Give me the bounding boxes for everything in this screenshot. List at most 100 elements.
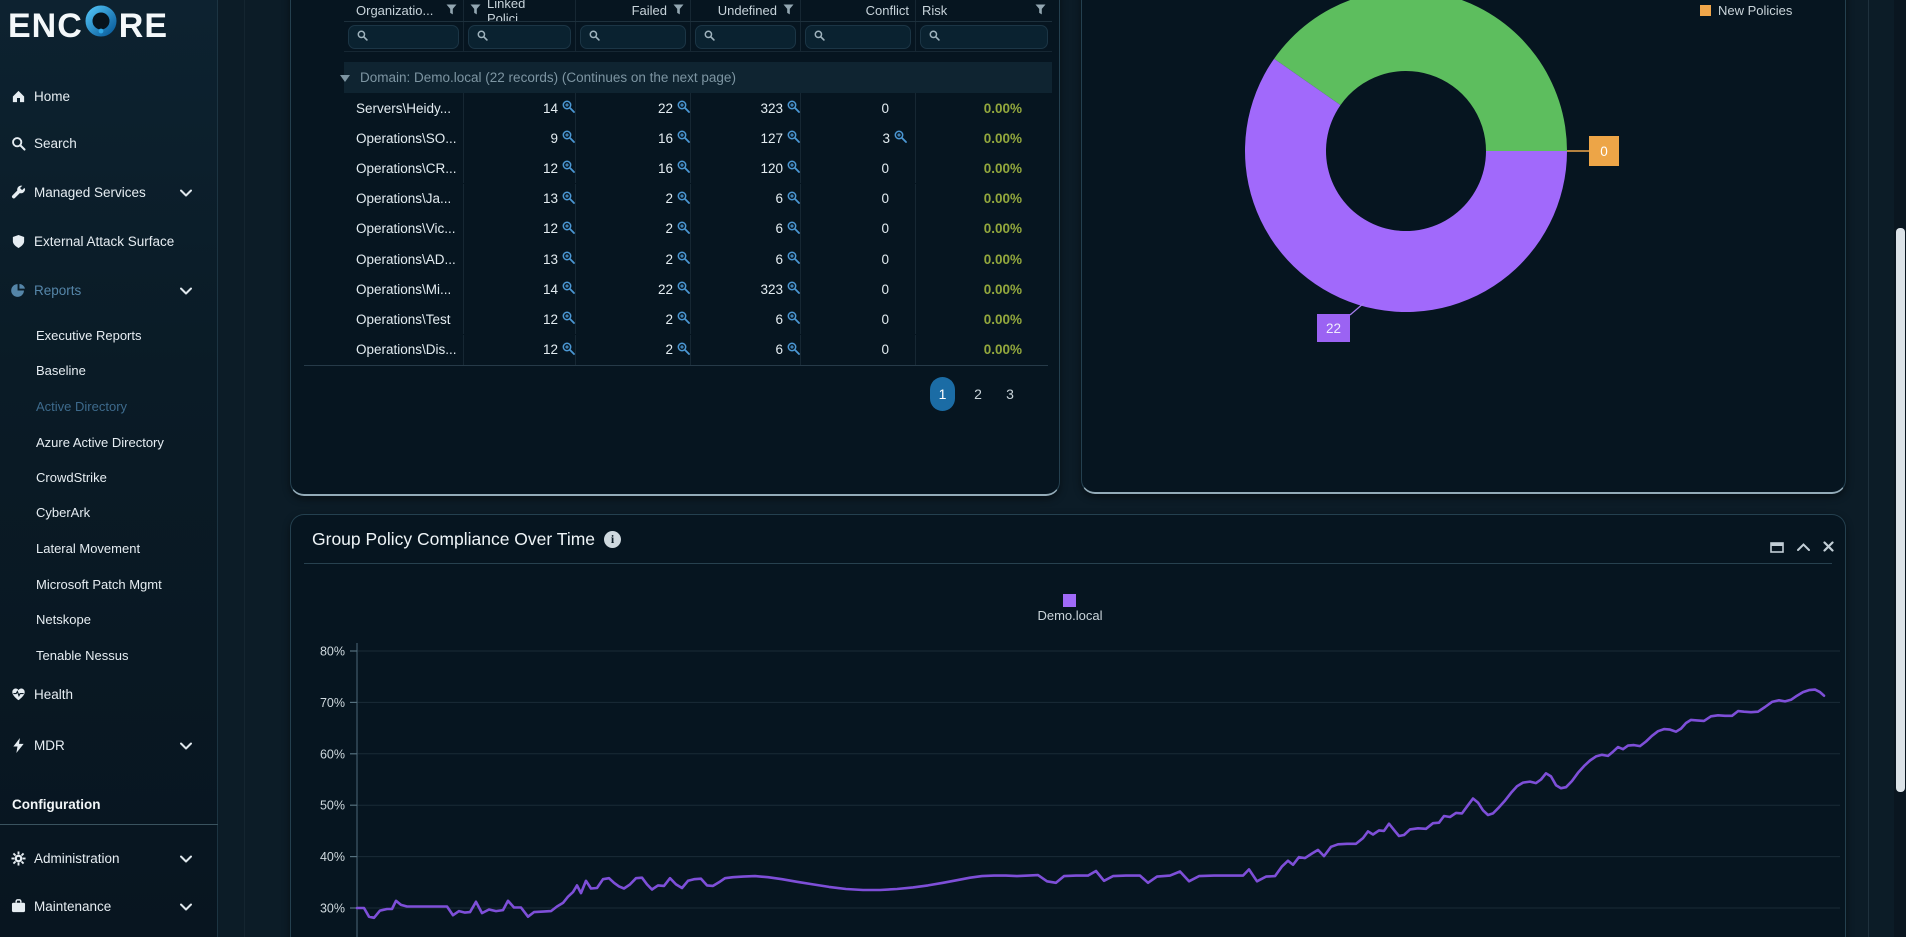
zoom-in-icon[interactable] (562, 281, 575, 297)
sidebar-item-search[interactable]: Search (0, 128, 218, 158)
zoom-in-icon[interactable] (894, 130, 907, 146)
page-button-2[interactable]: 2 (969, 386, 987, 402)
donut-legend[interactable]: New Policies (1700, 3, 1792, 18)
zoom-in-icon[interactable] (562, 160, 575, 176)
zoom-in-icon[interactable] (787, 160, 800, 176)
chevron-down-icon[interactable] (180, 283, 192, 298)
column-header-risk[interactable]: Risk (916, 0, 1052, 21)
app-logo[interactable]: ENCRE (8, 4, 168, 48)
sidebar-item-label: Baseline (36, 363, 86, 378)
table-row[interactable]: Operations\Test122600.00% (344, 304, 1052, 334)
zoom-in-icon[interactable] (677, 130, 690, 146)
column-header-failed[interactable]: Failed (576, 0, 691, 21)
zoom-in-icon[interactable] (677, 311, 690, 327)
table-row[interactable]: Operations\Ja...132600.00% (344, 184, 1052, 214)
table-row[interactable]: Operations\Mi...142232300.00% (344, 274, 1052, 304)
table-row[interactable]: Operations\Vic...122600.00% (344, 214, 1052, 244)
sidebar-item-reports[interactable]: Reports (0, 275, 218, 305)
filter-funnel-icon[interactable] (446, 3, 457, 18)
zoom-in-icon[interactable] (562, 100, 575, 116)
sidebar-item-mdr[interactable]: MDR (0, 730, 218, 760)
zoom-in-icon[interactable] (677, 191, 690, 207)
zoom-in-icon[interactable] (677, 342, 690, 358)
sidebar-item-executive-reports[interactable]: Executive Reports (0, 320, 218, 350)
column-search-input[interactable] (805, 25, 911, 49)
zoom-in-icon[interactable] (562, 251, 575, 267)
sidebar-item-azure-active-directory[interactable]: Azure Active Directory (0, 427, 218, 457)
zoom-in-icon[interactable] (787, 130, 800, 146)
zoom-in-icon[interactable] (787, 311, 800, 327)
zoom-in-icon[interactable] (562, 191, 575, 207)
zoom-in-icon[interactable] (562, 221, 575, 237)
column-header-linked-polici-[interactable]: Linked Polici... (464, 0, 576, 21)
column-search-input[interactable] (580, 25, 686, 49)
group-collapse-caret-icon[interactable] (340, 70, 350, 85)
sidebar-item-cyberark[interactable]: CyberArk (0, 497, 218, 527)
filter-funnel-icon[interactable] (673, 3, 684, 18)
sidebar-item-crowdstrike[interactable]: CrowdStrike (0, 462, 218, 492)
zoom-in-icon[interactable] (787, 221, 800, 237)
scrollbar-thumb[interactable] (1896, 228, 1905, 792)
column-search-input[interactable] (348, 25, 459, 49)
zoom-in-icon[interactable] (562, 311, 575, 327)
sidebar-item-administration[interactable]: Administration (0, 843, 218, 873)
cell-undefined: 323 (760, 101, 783, 116)
filter-funnel-icon[interactable] (1035, 3, 1046, 18)
page-button-3[interactable]: 3 (1001, 386, 1019, 402)
chevron-up-icon[interactable] (1797, 543, 1810, 551)
chevron-down-icon[interactable] (180, 738, 192, 753)
table-row[interactable]: Operations\AD...132600.00% (344, 244, 1052, 274)
cell-organization: Operations\CR... (344, 161, 457, 176)
zoom-in-icon[interactable] (562, 342, 575, 358)
chevron-down-icon[interactable] (180, 851, 192, 866)
window-icon[interactable] (1770, 540, 1784, 553)
zoom-in-icon[interactable] (787, 281, 800, 297)
sidebar-item-lateral-movement[interactable]: Lateral Movement (0, 533, 218, 563)
table-row[interactable]: Operations\Dis...122600.00% (344, 335, 1052, 365)
cell-failed: 2 (665, 191, 673, 206)
donut-chart[interactable] (1240, 0, 1640, 317)
chevron-down-icon[interactable] (180, 185, 192, 200)
filter-funnel-icon[interactable] (783, 3, 794, 18)
zoom-in-icon[interactable] (677, 160, 690, 176)
column-header-label: Undefined (718, 3, 777, 18)
filter-funnel-icon[interactable] (470, 3, 481, 18)
zoom-in-icon[interactable] (787, 251, 800, 267)
page-button-1[interactable]: 1 (930, 377, 955, 411)
sidebar-item-maintenance[interactable]: Maintenance (0, 891, 218, 921)
close-icon[interactable] (1823, 541, 1834, 552)
sidebar-item-external-attack-surface[interactable]: External Attack Surface (0, 226, 218, 256)
zoom-in-icon[interactable] (562, 130, 575, 146)
zoom-in-icon[interactable] (787, 191, 800, 207)
column-header-conflict[interactable]: Conflict (801, 0, 916, 21)
zoom-in-icon[interactable] (787, 100, 800, 116)
sidebar-item-baseline[interactable]: Baseline (0, 355, 218, 385)
column-header-organizatio-[interactable]: Organizatio... (344, 0, 464, 21)
info-icon[interactable]: i (604, 531, 621, 548)
zoom-in-icon[interactable] (677, 281, 690, 297)
line-legend-label[interactable]: Demo.local (1010, 608, 1130, 623)
zoom-in-icon[interactable] (677, 100, 690, 116)
sidebar-item-health[interactable]: Health (0, 679, 218, 709)
column-header-undefined[interactable]: Undefined (691, 0, 801, 21)
sidebar-item-microsoft-patch-mgmt[interactable]: Microsoft Patch Mgmt (0, 569, 218, 599)
zoom-in-icon[interactable] (677, 221, 690, 237)
sidebar-item-managed-services[interactable]: Managed Services (0, 177, 218, 207)
sidebar-item-tenable-nessus[interactable]: Tenable Nessus (0, 640, 218, 670)
column-search-input[interactable] (695, 25, 796, 49)
table-row[interactable]: Servers\Heidy...142232300.00% (344, 93, 1052, 123)
zoom-in-icon[interactable] (787, 342, 800, 358)
column-search-input[interactable] (468, 25, 571, 49)
sidebar-item-netskope[interactable]: Netskope (0, 604, 218, 634)
zoom-in-icon[interactable] (677, 251, 690, 267)
table-group-row[interactable]: Domain: Demo.local (22 records) (Continu… (344, 62, 1052, 93)
sidebar-item-label: Health (34, 687, 73, 702)
sidebar-item-active-directory[interactable]: Active Directory (0, 391, 218, 421)
cell-undefined: 6 (775, 221, 783, 236)
table-row[interactable]: Operations\SO...91612730.00% (344, 123, 1052, 153)
column-search-input[interactable] (920, 25, 1048, 49)
chevron-down-icon[interactable] (180, 899, 192, 914)
sidebar-item-home[interactable]: Home (0, 81, 218, 111)
cell-undefined: 127 (760, 131, 783, 146)
table-row[interactable]: Operations\CR...121612000.00% (344, 153, 1052, 183)
